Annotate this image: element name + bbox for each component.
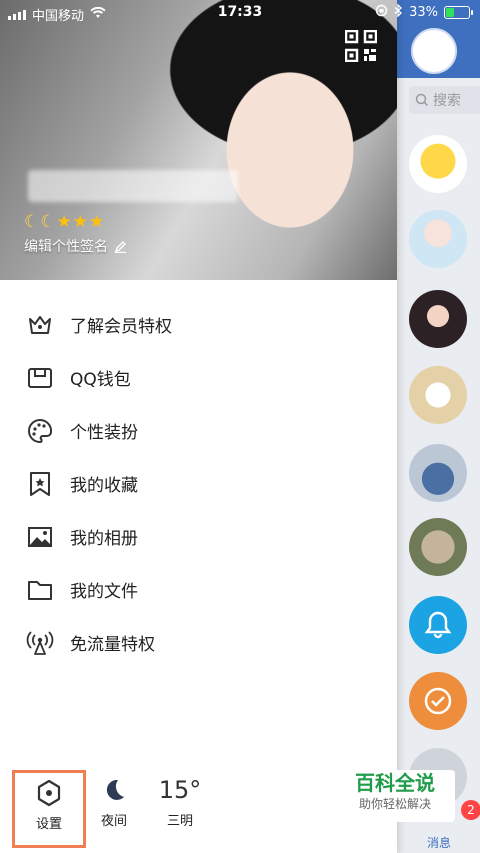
weather-city: 三明	[166, 814, 193, 829]
antenna-icon	[24, 627, 56, 659]
profile-name-blurred	[28, 170, 238, 202]
bookmark-star-icon	[24, 468, 56, 500]
menu-label: 个性装扮	[70, 423, 138, 443]
menu-item-theme[interactable]: 个性装扮	[0, 404, 397, 457]
menu-item-vip[interactable]: 了解会员特权	[0, 298, 397, 351]
watermark-logo: 百科全说 助你轻松解决	[335, 770, 455, 822]
menu-item-free-data[interactable]: 免流量特权	[0, 616, 397, 669]
night-mode-button[interactable]: 夜间	[84, 770, 144, 848]
folder-icon	[24, 574, 56, 606]
menu-item-wallet[interactable]: QQ钱包	[0, 351, 397, 404]
menu-item-favorites[interactable]: 我的收藏	[0, 457, 397, 510]
chat-avatar[interactable]	[409, 596, 467, 654]
moon-icon: ☾	[40, 212, 57, 232]
side-drawer: ☾☾★★★ 编辑个性签名 了解会员特权 QQ钱包 个性装扮 我的收藏 我的相册 …	[0, 0, 397, 853]
chat-avatar[interactable]	[409, 210, 467, 268]
chat-avatar[interactable]	[409, 135, 467, 193]
pencil-icon	[114, 240, 126, 253]
settings-hexagon-icon	[37, 779, 61, 807]
qr-code-icon[interactable]	[345, 30, 377, 62]
unread-badge: 2	[461, 800, 480, 820]
crown-icon	[24, 309, 56, 341]
menu-item-album[interactable]: 我的相册	[0, 510, 397, 563]
bluetooth-icon	[394, 3, 403, 21]
search-placeholder: 搜索	[433, 93, 461, 109]
settings-button[interactable]: 设置	[12, 770, 86, 848]
chat-list-panel: 搜索 2 消息	[397, 0, 480, 853]
tab-messages[interactable]: 消息	[427, 834, 451, 851]
star-icon: ★	[56, 212, 73, 232]
star-icon: ★	[89, 212, 106, 232]
battery-icon	[444, 6, 473, 19]
chat-avatar[interactable]	[409, 518, 467, 576]
menu-label: 了解会员特权	[70, 317, 172, 337]
bell-icon	[424, 611, 452, 639]
menu-label: 我的相册	[70, 529, 138, 549]
moon-icon	[106, 779, 124, 800]
signature-edit[interactable]: 编辑个性签名	[24, 236, 127, 256]
weather-temperature: 15°	[158, 776, 202, 804]
watermark-title: 百科全说	[355, 771, 435, 795]
menu-label: 免流量特权	[70, 635, 155, 655]
check-badge-icon	[424, 687, 452, 715]
chat-avatar[interactable]	[409, 366, 467, 424]
image-icon	[24, 521, 56, 553]
drawer-menu: 了解会员特权 QQ钱包 个性装扮 我的收藏 我的相册 我的文件 免流量特权	[0, 298, 397, 669]
star-icon: ★	[72, 212, 89, 232]
chat-avatar[interactable]	[409, 444, 467, 502]
weather-button[interactable]: 15° 三明	[150, 770, 210, 848]
avatar[interactable]	[411, 28, 457, 74]
signature-label: 编辑个性签名	[24, 239, 108, 255]
settings-label: 设置	[35, 817, 62, 832]
level-indicator: ☾☾★★★	[24, 212, 105, 232]
status-bar: 中国移动 17:33 33%	[0, 0, 480, 26]
chat-avatar[interactable]	[409, 290, 467, 348]
night-label: 夜间	[100, 814, 127, 829]
chat-avatar[interactable]	[409, 672, 467, 730]
menu-label: QQ钱包	[70, 370, 131, 390]
profile-header[interactable]: ☾☾★★★ 编辑个性签名	[0, 0, 397, 280]
battery-percent: 33%	[409, 5, 438, 20]
menu-item-files[interactable]: 我的文件	[0, 563, 397, 616]
rotation-lock-icon	[375, 4, 388, 21]
menu-label: 我的文件	[70, 582, 138, 602]
moon-icon: ☾	[24, 212, 41, 232]
search-icon	[415, 93, 429, 107]
watermark-subtitle: 助你轻松解决	[358, 797, 431, 811]
search-input[interactable]: 搜索	[409, 86, 480, 114]
menu-label: 我的收藏	[70, 476, 138, 496]
palette-icon	[24, 415, 56, 447]
wallet-icon	[24, 362, 56, 394]
